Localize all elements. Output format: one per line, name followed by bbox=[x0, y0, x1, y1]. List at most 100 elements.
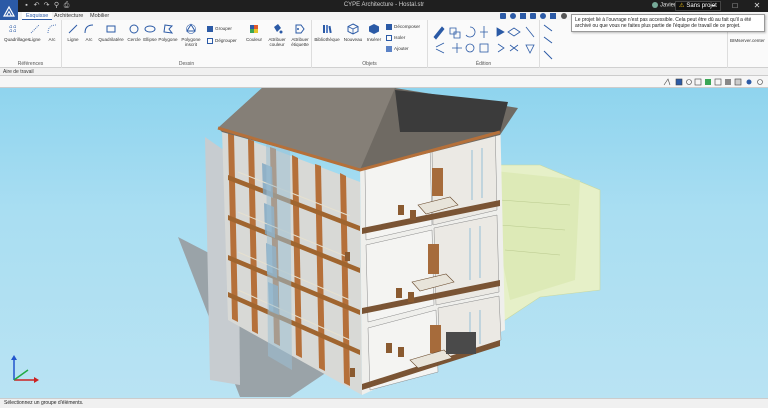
quadrilateral-button[interactable]: Quadrilatère bbox=[98, 23, 124, 42]
scale-icon bbox=[465, 43, 475, 53]
maximize-button[interactable]: □ bbox=[724, 0, 746, 12]
perspective-icon bbox=[663, 78, 671, 86]
3d-viewport[interactable] bbox=[0, 88, 768, 398]
settings-view-icon bbox=[757, 79, 763, 85]
circle-icon bbox=[129, 24, 139, 34]
minimize-button[interactable]: – bbox=[702, 0, 724, 12]
axis-gizmo bbox=[11, 355, 39, 383]
group-objets-label: Objets bbox=[362, 61, 377, 67]
avatar bbox=[652, 2, 658, 8]
ref-line-label: Ligne bbox=[29, 37, 41, 42]
ref-arc-button[interactable]: Arc bbox=[45, 23, 59, 42]
ref-arc-label: Arc bbox=[48, 37, 56, 42]
group-icon bbox=[207, 25, 213, 32]
circle-label: Cercle bbox=[127, 37, 141, 42]
assign-label-button[interactable]: Attribuer étiquette bbox=[289, 23, 311, 47]
user-name: Javier bbox=[660, 2, 677, 9]
view-toolbar-icons bbox=[663, 78, 763, 86]
assign-color-button[interactable]: Attribuer couleur bbox=[266, 23, 288, 47]
ref-arc-icon bbox=[47, 24, 57, 34]
grid-icon bbox=[9, 25, 17, 33]
assign-color-label: Attribuer couleur bbox=[268, 37, 286, 47]
pencil-icon bbox=[433, 26, 445, 40]
ref-line-button[interactable]: Ligne bbox=[27, 23, 43, 42]
decompose-button[interactable]: Décomposer bbox=[386, 23, 420, 30]
color-button[interactable]: Couleur bbox=[244, 23, 264, 42]
assign-label-label: Attribuer étiquette bbox=[291, 37, 309, 47]
building-model bbox=[178, 88, 601, 397]
align-icon bbox=[525, 44, 535, 54]
tab-workspace[interactable]: Aire de travail bbox=[3, 68, 34, 76]
circle-button[interactable]: Cercle bbox=[126, 23, 142, 42]
new-object-button[interactable]: Nouveau bbox=[342, 23, 364, 42]
paint-bucket-icon bbox=[274, 24, 283, 34]
warning-icon: ⚠ bbox=[679, 3, 685, 9]
tab-esquisse[interactable]: Esquisse bbox=[22, 12, 53, 20]
group-label: Grouper bbox=[215, 26, 232, 31]
ungroup-icon bbox=[207, 37, 213, 44]
view-icon bbox=[520, 13, 526, 19]
polygon-label: Polygone bbox=[158, 37, 178, 42]
isolate-button[interactable]: Isoler bbox=[386, 34, 405, 41]
bimserver-button[interactable]: BIMserver.center bbox=[730, 37, 765, 44]
user-account[interactable]: Javier bbox=[652, 2, 676, 9]
ref-line-icon bbox=[30, 24, 40, 34]
ellipse-icon bbox=[144, 25, 156, 33]
line-icon bbox=[68, 24, 78, 34]
group-objets: Bibliothèque Nouveau Insérer Décomposer … bbox=[312, 20, 428, 68]
add-icon bbox=[386, 45, 392, 52]
move-icon bbox=[452, 43, 462, 53]
add-button[interactable]: Ajouter bbox=[386, 45, 409, 52]
polygon-icon bbox=[163, 24, 174, 34]
array-icon bbox=[497, 43, 505, 53]
inscribed-polygon-button[interactable]: Polygone inscrit bbox=[180, 23, 202, 47]
status-text: Sélectionnez un groupe d'éléments. bbox=[4, 400, 84, 406]
ungroup-button[interactable]: Dégrouper bbox=[207, 37, 237, 44]
status-bar: Sélectionnez un groupe d'éléments. bbox=[0, 398, 768, 408]
info-icon bbox=[540, 13, 546, 19]
ungroup-label: Dégrouper bbox=[215, 38, 237, 43]
group-button[interactable]: Grouper bbox=[207, 25, 232, 32]
trim-icon bbox=[435, 42, 445, 54]
line-button[interactable]: Ligne bbox=[65, 23, 81, 42]
decompose-icon bbox=[386, 23, 392, 30]
decompose-label: Décomposer bbox=[394, 24, 421, 29]
line-label: Ligne bbox=[67, 37, 79, 42]
isolate-icon bbox=[386, 34, 392, 41]
close-button[interactable]: ✕ bbox=[746, 0, 768, 12]
library-label: Bibliothèque bbox=[314, 37, 340, 42]
quadrilateral-label: Quadrilatère bbox=[98, 37, 124, 42]
project-warning-tooltip: Le projet lié à l'ouvrage n'est pas acce… bbox=[571, 14, 765, 32]
grid-button[interactable]: Quadrillages bbox=[4, 23, 30, 42]
section-icon bbox=[694, 78, 702, 86]
arc-button[interactable]: Arc bbox=[82, 23, 96, 42]
tab-architecture[interactable]: Architecture bbox=[50, 12, 87, 20]
grid-label: Quadrillages bbox=[4, 37, 30, 42]
view-cube-icon bbox=[675, 78, 683, 86]
group-references-label: Références bbox=[17, 61, 44, 67]
group-edition: Édition bbox=[428, 20, 540, 68]
eye-icon bbox=[686, 79, 692, 85]
snap-icon bbox=[500, 13, 506, 19]
quadrilateral-icon bbox=[106, 25, 116, 33]
polygon-button[interactable]: Polygone bbox=[158, 23, 178, 42]
copy-icon bbox=[449, 27, 457, 35]
stretch-icon bbox=[507, 27, 521, 37]
tab-mobilier[interactable]: Mobilier bbox=[86, 12, 113, 20]
library-button[interactable]: Bibliothèque bbox=[314, 23, 340, 42]
cube-icon bbox=[347, 23, 359, 35]
add-label: Ajouter bbox=[394, 46, 409, 51]
group-edition-label: Édition bbox=[475, 61, 492, 67]
ellipse-button[interactable]: Ellipse bbox=[142, 23, 158, 42]
y-axis bbox=[13, 369, 29, 381]
inscribed-polygon-icon bbox=[186, 23, 196, 34]
group-dessin: Ligne Arc Quadrilatère Cercle Ellipse Po… bbox=[62, 20, 312, 68]
mirror-icon bbox=[480, 26, 488, 38]
ellipse-label: Ellipse bbox=[143, 37, 157, 42]
wireframe-icon bbox=[714, 78, 722, 86]
insert-button[interactable]: Insérer bbox=[365, 23, 383, 42]
color-icon bbox=[250, 25, 258, 33]
measure-icon bbox=[525, 26, 535, 38]
settings-icon bbox=[550, 13, 556, 19]
group-dessin-label: Dessin bbox=[178, 61, 195, 67]
